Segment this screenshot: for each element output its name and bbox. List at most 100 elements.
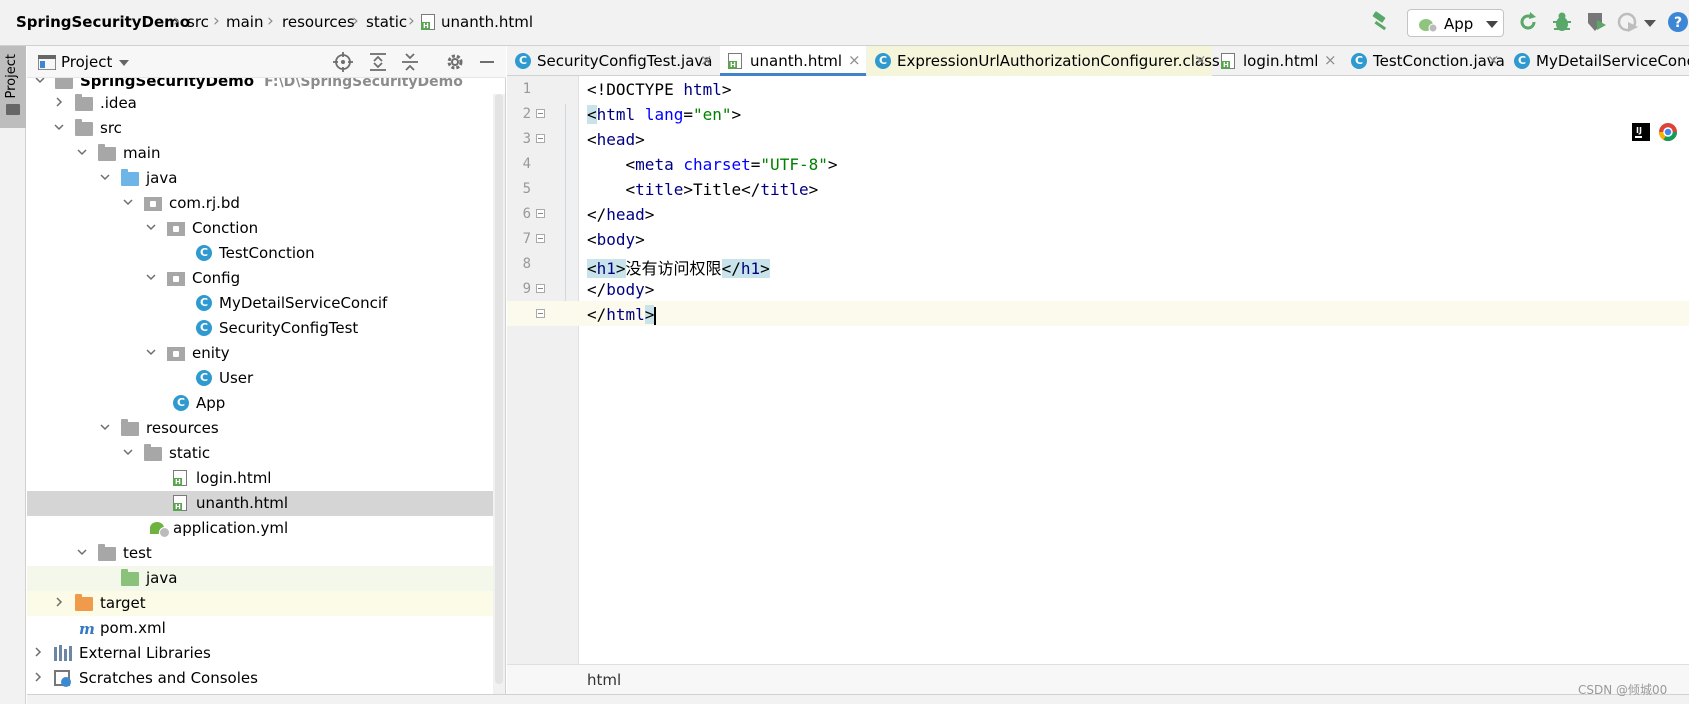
tab-label: ExpressionUrlAuthorizationConfigurer.cla…	[897, 52, 1220, 70]
run-configuration-selector[interactable]: App	[1407, 9, 1504, 37]
tree-node-class-mydetailserviceconcif[interactable]: C MyDetailServiceConcif	[27, 291, 505, 316]
project-tree-scrollbar[interactable]	[493, 94, 505, 694]
fold-marker-icon[interactable]	[536, 284, 545, 293]
project-tool-window-button[interactable]: Project	[0, 46, 26, 128]
close-icon[interactable]: ×	[1324, 51, 1337, 69]
chevron-down-icon	[77, 549, 87, 556]
tree-node-label: com.rj.bd	[169, 194, 240, 212]
tree-node-package-enity[interactable]: enity	[27, 341, 505, 366]
tree-node-label: User	[219, 369, 254, 387]
tree-node-main[interactable]: main	[27, 141, 505, 166]
project-view-title[interactable]: Project	[61, 53, 112, 71]
fold-marker-icon[interactable]	[536, 309, 545, 318]
code-text: <body>	[587, 230, 645, 249]
tab-securityconfigtest-java[interactable]: C SecurityConfigTest.java ×	[507, 46, 719, 76]
intellij-icon[interactable]: IJ	[1632, 123, 1650, 141]
locate-crosshair-icon[interactable]	[333, 52, 353, 72]
code-line[interactable]: <body>	[507, 226, 1689, 251]
profiler-icon[interactable]	[1616, 10, 1640, 34]
fold-marker-icon[interactable]	[536, 109, 545, 118]
tree-node-package-conction[interactable]: Conction	[27, 216, 505, 241]
package-icon	[167, 272, 185, 286]
help-icon[interactable]: ?	[1666, 10, 1689, 34]
code-line[interactable]: </body>	[507, 276, 1689, 301]
chevron-down-icon[interactable]	[119, 60, 129, 66]
breadcrumb-main[interactable]: main	[226, 13, 263, 31]
chevron-right-icon	[56, 597, 63, 607]
code-text: <title>Title</title>	[625, 180, 819, 199]
excluded-folder-icon	[75, 594, 93, 611]
code-line[interactable]: </head>	[507, 201, 1689, 226]
fold-marker-icon[interactable]	[536, 134, 545, 143]
tab-login-html[interactable]: H login.html ×	[1213, 46, 1342, 76]
tree-node-scratches[interactable]: Scratches and Consoles	[27, 666, 505, 691]
collapse-all-icon[interactable]	[400, 52, 420, 72]
tree-node-file-unanth-html[interactable]: H unanth.html	[27, 491, 505, 516]
tree-node-idea[interactable]: .idea	[27, 91, 505, 116]
tab-unanth-html[interactable]: H unanth.html ×	[720, 46, 866, 76]
editor-breadcrumb-bar: html	[507, 664, 1689, 694]
tree-node-file-application-yml[interactable]: application.yml	[27, 516, 505, 541]
close-icon[interactable]: ×	[1487, 51, 1500, 69]
editor-breadcrumb-html[interactable]: html	[587, 671, 621, 689]
tree-node-static[interactable]: static	[27, 441, 505, 466]
debug-bug-icon[interactable]	[1550, 10, 1574, 34]
tab-label: login.html	[1243, 52, 1319, 70]
fold-marker-icon[interactable]	[536, 209, 545, 218]
close-icon[interactable]: ×	[848, 51, 861, 69]
tree-node-file-login-html[interactable]: H login.html	[27, 466, 505, 491]
tree-node-class-user[interactable]: C User	[27, 366, 505, 391]
tab-expressionurlauthorizationconfigurer-class[interactable]: C ExpressionUrlAuthorizationConfigurer.c…	[867, 46, 1220, 76]
expand-all-icon[interactable]	[368, 52, 388, 72]
gear-icon[interactable]	[445, 52, 465, 72]
tree-node-resources[interactable]: resources	[27, 416, 505, 441]
tree-node-class-testconction[interactable]: C TestConction	[27, 241, 505, 266]
fold-marker-icon[interactable]	[536, 234, 545, 243]
code-line[interactable]: <html lang="en">	[507, 101, 1689, 126]
code-line[interactable]: <!DOCTYPE html>	[507, 76, 1689, 101]
tree-node-target[interactable]: target	[27, 591, 505, 616]
tree-node-label: Conction	[192, 219, 259, 237]
scrollbar-thumb[interactable]	[495, 94, 503, 684]
tree-node-external-libraries[interactable]: External Libraries	[27, 641, 505, 666]
run-with-coverage-icon[interactable]	[1584, 10, 1608, 34]
chevron-down-icon[interactable]	[1642, 10, 1666, 34]
tree-node-label: App	[196, 394, 226, 412]
status-bar	[27, 694, 1689, 704]
tree-node-label: application.yml	[173, 519, 289, 537]
rerun-icon[interactable]	[1516, 10, 1540, 34]
code-line[interactable]: <title>Title</title>	[507, 176, 1689, 201]
tab-testconction-java[interactable]: C TestConction.java ×	[1343, 46, 1505, 76]
hide-panel-icon[interactable]	[477, 52, 497, 72]
code-line[interactable]: <head>	[507, 126, 1689, 151]
breadcrumb-project[interactable]: SpringSecurityDemo	[16, 13, 190, 31]
tree-node-label: static	[169, 444, 211, 462]
tree-node-file-pom-xml[interactable]: m pom.xml	[27, 616, 505, 641]
chevron-down-icon	[146, 224, 156, 231]
breadcrumb-resources[interactable]: resources	[282, 13, 355, 31]
breadcrumb-src[interactable]: src	[187, 13, 209, 31]
tree-node-package-config[interactable]: Config	[27, 266, 505, 291]
tree-node-test[interactable]: test	[27, 541, 505, 566]
breadcrumb-static[interactable]: static	[366, 13, 407, 31]
tree-node-test-java[interactable]: java	[27, 566, 505, 591]
chrome-icon[interactable]	[1658, 122, 1678, 142]
tree-node-java[interactable]: java	[27, 166, 505, 191]
tree-node-src[interactable]: src	[27, 116, 505, 141]
tree-node-label: enity	[192, 344, 230, 362]
code-text: </head>	[587, 205, 655, 224]
close-icon[interactable]: ×	[700, 51, 713, 69]
build-hammer-icon[interactable]	[1369, 10, 1393, 34]
tab-mydetailserviceconcif[interactable]: C MyDetailServiceConcif	[1506, 46, 1689, 76]
breadcrumb-file[interactable]: unanth.html	[441, 13, 533, 31]
code-line[interactable]: <meta charset="UTF-8">	[507, 151, 1689, 176]
close-icon[interactable]: ×	[1194, 51, 1207, 69]
code-text: </html>	[587, 305, 657, 325]
tree-node-class-securityconfigtest[interactable]: C SecurityConfigTest	[27, 316, 505, 341]
code-line-current[interactable]: </html>	[507, 301, 1689, 326]
code-line[interactable]: <h1>没有访问权限</h1>	[507, 251, 1689, 278]
tree-node-package-com-rj-bd[interactable]: com.rj.bd	[27, 191, 505, 216]
project-view-icon	[38, 55, 56, 70]
tree-node-class-app[interactable]: C App	[27, 391, 505, 416]
source-folder-icon	[121, 169, 139, 186]
